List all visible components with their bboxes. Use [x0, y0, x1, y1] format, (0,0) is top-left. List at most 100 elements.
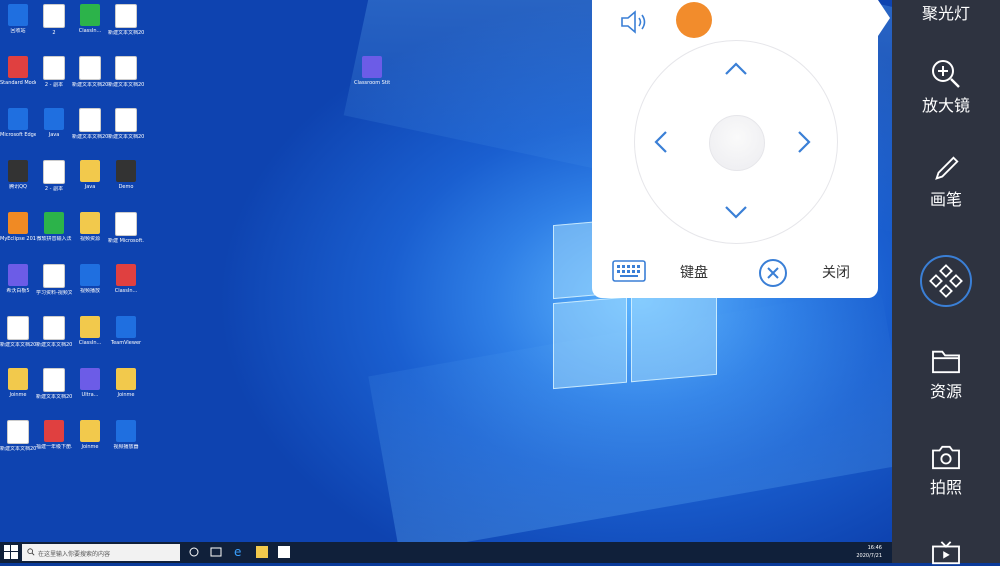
clock-date: 2020/7/21 [856, 553, 882, 559]
desktop-icon[interactable]: ClassIn... [72, 4, 108, 34]
desktop-icon[interactable]: 腾讯QQ [0, 160, 36, 190]
file-explorer-icon[interactable] [256, 546, 268, 558]
desktop-icon-label: Microsoft Edge [0, 132, 36, 138]
app-icon [116, 264, 136, 286]
spotlight-tool[interactable]: 聚光灯 [892, 0, 1000, 24]
desktop-icon[interactable]: Joinme [108, 368, 144, 398]
desktop-icon[interactable]: 福建一年级下册... [36, 420, 72, 450]
arrow-down-button[interactable] [722, 198, 750, 226]
desktop-icon[interactable]: 新建文本文档2020071... [72, 56, 108, 88]
panel-tab-notch [878, 0, 890, 36]
desktop-icon[interactable]: 学习资料-视频文件... [36, 264, 72, 296]
desktop-icon-label: 2 [52, 30, 56, 36]
close-button[interactable]: 关闭 [758, 258, 868, 287]
tv-tool[interactable] [892, 540, 1000, 566]
diamond-grid-icon [920, 255, 972, 307]
desktop-icon[interactable]: 新建文本文档2020071... [108, 56, 144, 88]
arrow-right-button[interactable] [790, 128, 818, 156]
magnifier-tool[interactable]: 放大镜 [892, 58, 1000, 116]
app-icon [7, 316, 29, 340]
desktop-icon[interactable]: 新建文本文档2020071... [0, 316, 36, 348]
close-circle-icon [759, 259, 787, 287]
store-icon[interactable] [278, 546, 290, 558]
desktop-icon[interactable]: 微软拼音输入法 [36, 212, 72, 242]
desktop-icon[interactable]: 2 - 副本 [36, 160, 72, 192]
spotlight-label: 聚光灯 [921, 4, 970, 23]
edge-icon[interactable]: e [234, 546, 246, 558]
desktop-icon[interactable]: Ultra... [72, 368, 108, 398]
app-icon [116, 420, 136, 442]
app-icon [115, 108, 137, 132]
app-icon [8, 108, 28, 130]
desktop-icon[interactable]: Java [36, 108, 72, 138]
desktop-icon[interactable]: 视频播放 [72, 264, 108, 294]
chevron-up-icon [725, 62, 747, 75]
desktop-icon[interactable]: Standard Modes [0, 56, 36, 86]
desktop-icon[interactable]: 视频资源 [72, 212, 108, 242]
tv-icon [932, 541, 960, 565]
more-tools-button[interactable] [892, 254, 1000, 308]
cortana-icon[interactable] [188, 546, 200, 558]
desktop-icon[interactable]: 新建文本文档2020071... [108, 4, 144, 36]
app-icon [43, 368, 65, 392]
app-icon [116, 160, 136, 182]
desktop-icon[interactable]: TeamViewer [108, 316, 144, 346]
center-button[interactable] [709, 115, 765, 171]
desktop-icon-label: 学习资料-视频文件... [36, 290, 72, 296]
photo-label: 拍照 [929, 478, 962, 497]
desktop-icon[interactable]: 希沃白板5 [0, 264, 36, 294]
system-tray[interactable]: 16:46 2020/7/21 [856, 544, 882, 560]
task-view-icon[interactable] [210, 546, 222, 558]
app-icon [80, 160, 100, 182]
right-toolbar: 聚光灯 放大镜 画笔 资源 拍照 [892, 0, 1000, 566]
desktop-icon[interactable]: Demo [108, 160, 144, 190]
volume-icon[interactable] [620, 10, 648, 34]
magnifier-icon [932, 60, 960, 88]
desktop-icon[interactable]: ClassIn... [108, 264, 144, 294]
magnifier-label: 放大镜 [921, 96, 970, 115]
desktop-icon[interactable]: 新建文本文档2020071... [0, 420, 36, 452]
app-icon [115, 4, 137, 28]
app-icon [80, 420, 100, 442]
app-icon [79, 56, 101, 80]
app-icon [80, 4, 100, 26]
desktop-icon[interactable]: MyEclipse 2017 CI [0, 212, 36, 242]
app-icon [362, 56, 382, 78]
desktop-icon-label: 新建文本文档2020071... [0, 342, 36, 348]
app-icon [7, 420, 29, 444]
desktop-icon[interactable]: 2 [36, 4, 72, 36]
desktop-icon[interactable]: 2 - 副本 [36, 56, 72, 88]
arrow-left-button[interactable] [647, 128, 675, 156]
desktop-icon-label: Joinme [117, 392, 135, 398]
desktop-icon[interactable]: 新建文本文档2020071... [108, 108, 144, 140]
taskbar-search-input[interactable]: 在这里输入你要搜索的内容 [22, 544, 180, 561]
desktop-icon[interactable]: Microsoft Edge [0, 108, 36, 138]
desktop-icon[interactable]: ClassIn... [72, 316, 108, 346]
desktop-icon[interactable]: Joinme [0, 368, 36, 398]
windows-start-icon[interactable] [4, 545, 18, 559]
desktop-icon[interactable]: 新建文本文档2020071... [72, 108, 108, 140]
desktop-icon-label: Java [48, 132, 60, 138]
app-icon [79, 108, 101, 132]
desktop-icon[interactable]: 新建文本文档2020071... [36, 368, 72, 400]
desktop-icon-label: 新建文本文档2020071... [36, 342, 72, 348]
arrow-up-button[interactable] [722, 55, 750, 83]
desktop-icon[interactable]: 新建文本文档2020071... [36, 316, 72, 348]
desktop-icon[interactable]: Java [72, 160, 108, 190]
pen-tool[interactable]: 画笔 [892, 154, 1000, 210]
desktop-icon-label: Ultra... [81, 392, 99, 398]
desktop-icon-label: ClassIn... [78, 340, 102, 346]
app-icon [44, 108, 64, 130]
desktop-icon-label: 新建文本文档2020071... [108, 82, 144, 88]
chevron-right-icon [798, 131, 811, 153]
photo-tool[interactable]: 拍照 [892, 444, 1000, 498]
spotlight-size-handle[interactable] [676, 2, 712, 38]
desktop-icon[interactable]: Joinme [72, 420, 108, 450]
app-icon [115, 56, 137, 80]
desktop-icon[interactable]: 视频播放器 [108, 420, 144, 450]
desktop-icon[interactable]: 新建 Microsoft... [108, 212, 144, 244]
desktop-icon[interactable]: 回收站 [0, 4, 36, 34]
desktop-icon-classroom-stitch[interactable]: Classroom Stitch [354, 56, 390, 86]
resources-tool[interactable]: 资源 [892, 348, 1000, 402]
keyboard-button[interactable]: 键盘 [612, 258, 722, 286]
